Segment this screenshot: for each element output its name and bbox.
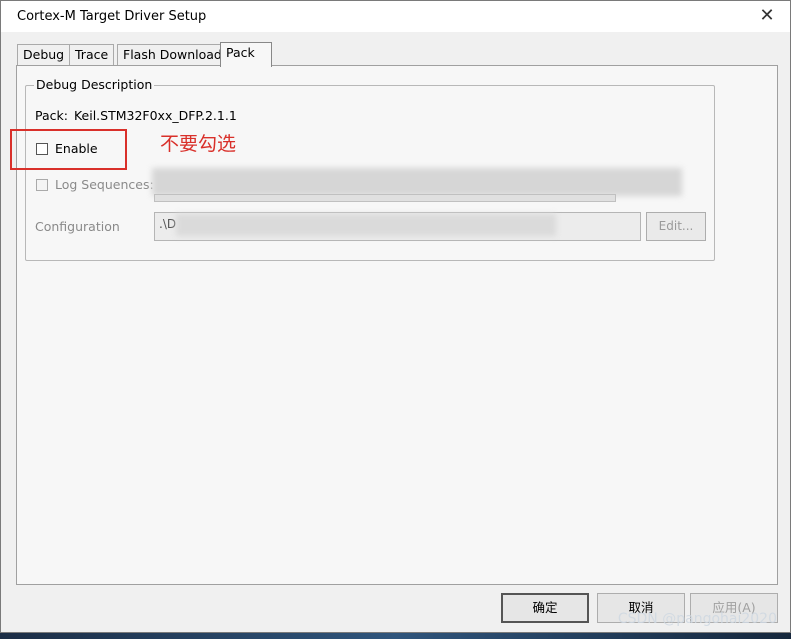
log-sequences-checkbox[interactable] bbox=[36, 178, 48, 191]
redacted-config-path bbox=[176, 214, 556, 236]
tab-pack[interactable]: Pack bbox=[220, 42, 272, 67]
log-sequences-label: Log Sequences: bbox=[55, 177, 154, 192]
tab-flash-download[interactable]: Flash Download bbox=[117, 44, 228, 65]
log-sequences-row[interactable]: Log Sequences: bbox=[36, 177, 154, 192]
annotation-text: 不要勾选 bbox=[160, 133, 237, 155]
tab-trace[interactable]: Trace bbox=[69, 44, 115, 65]
debug-description-group: Debug Description Pack: Keil.STM32F0xx_DF… bbox=[25, 77, 715, 261]
edit-button[interactable]: Edit... bbox=[646, 212, 706, 241]
configuration-value: .\D bbox=[159, 217, 177, 231]
watermark: CSDN @pangohai2020 bbox=[617, 611, 777, 627]
highlight-box bbox=[10, 129, 127, 170]
close-icon[interactable]: ✕ bbox=[752, 5, 782, 27]
pack-value: Keil.STM32F0xx_DFP.2.1.1 bbox=[73, 108, 237, 123]
configuration-label: Configuration bbox=[35, 219, 120, 234]
pack-label: Pack: bbox=[35, 108, 68, 123]
redacted-log-path bbox=[152, 168, 682, 196]
group-legend: Debug Description bbox=[34, 77, 155, 92]
title-bar: Cortex-M Target Driver Setup ✕ bbox=[1, 1, 790, 32]
window-title: Cortex-M Target Driver Setup bbox=[17, 9, 207, 24]
tab-debug[interactable]: Debug bbox=[17, 44, 71, 65]
dialog-window: Cortex-M Target Driver Setup ✕ Debug Tra… bbox=[0, 0, 791, 633]
log-path-field bbox=[154, 194, 616, 202]
ok-button[interactable]: 确定 bbox=[501, 593, 589, 623]
pack-info: Pack: Keil.STM32F0xx_DFP.2.1.1 bbox=[35, 108, 237, 123]
tab-panel: Debug Description Pack: Keil.STM32F0xx_DF… bbox=[16, 65, 778, 585]
